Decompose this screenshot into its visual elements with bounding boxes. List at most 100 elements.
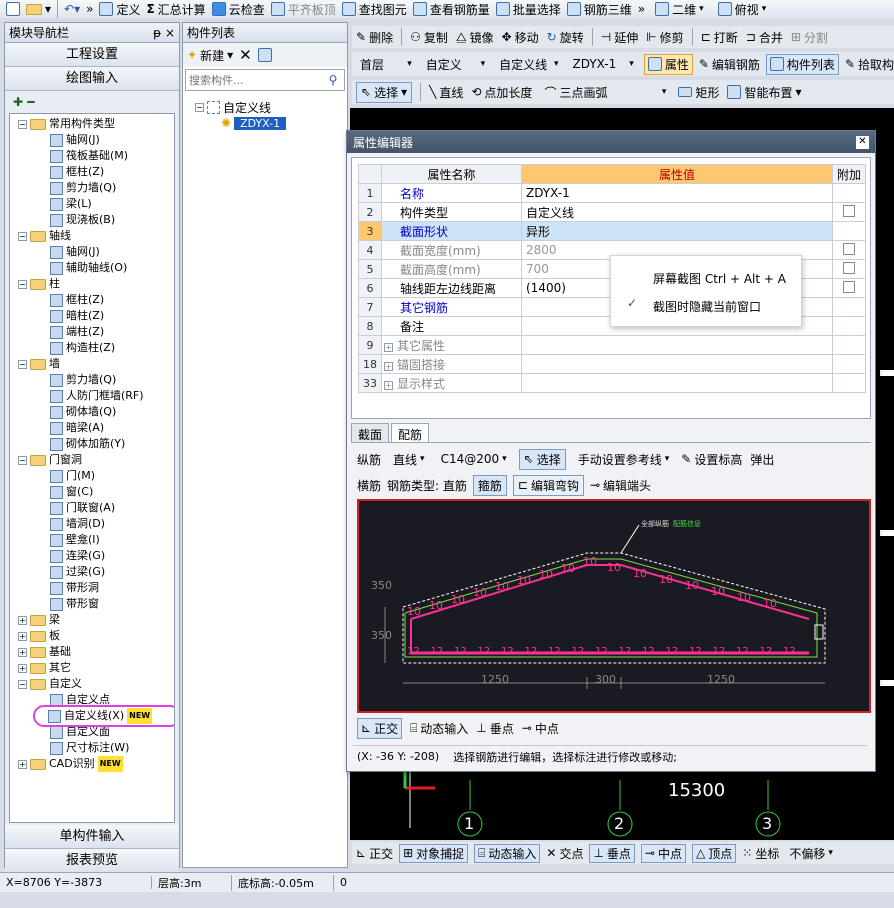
rebar-label-bottom[interactable]: 12	[689, 646, 702, 657]
nav-tree-item[interactable]: 砌体加筋(Y)	[10, 436, 174, 452]
properties-button[interactable]: 属性	[643, 53, 693, 75]
nav-tree-folder[interactable]: + 其它	[10, 660, 174, 676]
nav-tree-item[interactable]: 壁龛(I)	[10, 532, 174, 548]
nav-tree-item[interactable]: 窗(C)	[10, 484, 174, 500]
rebar-label-bottom[interactable]: 12	[431, 646, 444, 657]
tab-section[interactable]: 截面	[351, 423, 390, 442]
nav-tree-folder[interactable]: + 基础	[10, 644, 174, 660]
intersection-button[interactable]: ✕ 交点	[546, 845, 583, 862]
popup-button[interactable]: 弹出	[750, 451, 774, 468]
rebar-label-bottom[interactable]: 12	[736, 646, 749, 657]
dialog-dyn-input-button[interactable]: ⌸ 动态输入	[410, 720, 468, 737]
attach-checkbox[interactable]	[842, 261, 855, 274]
property-value-cell[interactable]	[521, 335, 833, 355]
rebar-spec-select[interactable]: C14@200	[437, 452, 511, 466]
nav-tree-item[interactable]: 梁(L)	[10, 196, 174, 212]
nav-tree-item[interactable]: 暗梁(A)	[10, 420, 174, 436]
nav-tree-item[interactable]: 轴网(J)	[10, 244, 174, 260]
nav-tree-item[interactable]: 剪力墙(Q)	[10, 372, 174, 388]
nav-tree-folder[interactable]: − 轴线	[10, 228, 174, 244]
copy-button[interactable]: ⚇ 复制	[410, 29, 448, 46]
object-snap-button[interactable]: ⊞ 对象捕捉	[399, 843, 469, 863]
rebar-label[interactable]: 10	[429, 599, 443, 612]
component-search-input[interactable]	[186, 71, 322, 89]
pick-button[interactable]: ✎ 拾取构	[845, 56, 894, 73]
property-row[interactable]: 33 + 显示样式	[358, 373, 867, 393]
dynamic-input-button[interactable]: ⌸ 动态输入	[474, 843, 541, 863]
nav-tree-item[interactable]: 剪力墙(Q)	[10, 180, 174, 196]
expand-toggle-icon[interactable]: −	[18, 279, 27, 289]
property-value-cell[interactable]: 自定义线	[521, 202, 833, 222]
expand-toggle-icon[interactable]: +	[18, 759, 27, 769]
rebar-label[interactable]: 10	[763, 597, 777, 610]
nav-tree-item[interactable]: 轴网(J)	[10, 132, 174, 148]
offset-select[interactable]: 不偏移	[785, 845, 837, 862]
edit-rebar-button[interactable]: ✎ 编辑钢筋	[699, 56, 760, 73]
nav-tree-item[interactable]: 辅助轴线(O)	[10, 260, 174, 276]
nav-tree-folder[interactable]: + 板	[10, 628, 174, 644]
manual-ref-line-select[interactable]: 手动设置参考线	[574, 451, 674, 468]
expand-toggle-icon[interactable]: −	[18, 231, 27, 241]
rebar-label-bottom[interactable]: 12	[619, 646, 632, 657]
rebar-label[interactable]: 10	[685, 579, 699, 592]
find-element-button[interactable]: 查找图元	[341, 1, 407, 18]
arc-button[interactable]: ⌒ 三点画弧	[540, 84, 670, 101]
set-mark-button[interactable]: ✎ 设置标高	[681, 451, 742, 468]
flush-slab-button[interactable]: 平齐板顶	[270, 1, 336, 18]
line-button[interactable]: ╲ 直线	[429, 84, 463, 101]
nav-tree-item[interactable]: 端柱(Z)	[10, 324, 174, 340]
rebar-label-bottom[interactable]: 12	[478, 646, 491, 657]
trim-button[interactable]: ⊩ 修剪	[646, 29, 683, 46]
floor-select[interactable]: 首层	[356, 56, 416, 73]
dialog-close-icon[interactable]: ✕	[856, 135, 869, 149]
split-button[interactable]: ⊞ 分割	[791, 29, 828, 46]
coordinate-button[interactable]: ⁙ 坐标	[742, 845, 779, 862]
tab-rebar[interactable]: 配筋	[391, 423, 430, 442]
component-tree-item[interactable]: ✺ ZDYX-1	[221, 115, 347, 131]
rebar-label[interactable]: 10	[659, 573, 673, 586]
nav-tree-item[interactable]: 自定义线(X) NEW	[33, 705, 174, 727]
expand-toggle-icon[interactable]: +	[18, 663, 27, 673]
rebar-label[interactable]: 10	[607, 561, 621, 574]
rebar-label-bottom[interactable]: 12	[501, 646, 514, 657]
copy-component-icon[interactable]	[257, 48, 272, 62]
expand-toggle-icon[interactable]: −	[18, 679, 27, 689]
rebar-line-select[interactable]: 直线	[389, 451, 429, 468]
expand-toggle-icon[interactable]: +	[18, 615, 27, 625]
nav-tree-item[interactable]: 框柱(Z)	[10, 164, 174, 180]
nav-tree-item[interactable]: 门联窗(A)	[10, 500, 174, 516]
rotate-button[interactable]: ↻ 旋转	[547, 29, 584, 46]
perpendicular-button[interactable]: ⊥ 垂点	[589, 843, 635, 863]
view-rebar-button[interactable]: 查看钢筋量	[412, 1, 490, 18]
nav-tree-item[interactable]: 墙洞(D)	[10, 516, 174, 532]
nav-tree-item[interactable]: 构造柱(Z)	[10, 340, 174, 356]
rebar-label-bottom[interactable]: 12	[760, 646, 773, 657]
nav-tree-item[interactable]: 砌体墙(Q)	[10, 404, 174, 420]
point-length-button[interactable]: ⟲ 点加长度	[471, 84, 532, 101]
rebar-label-bottom[interactable]: 12	[713, 646, 726, 657]
menu-item-screenshot[interactable]: 屏幕截图 Ctrl + Alt + A	[653, 270, 786, 287]
dialog-ortho-button[interactable]: ⊾ 正交	[357, 717, 403, 739]
expand-group-icon[interactable]: +	[384, 361, 393, 371]
nav-tree-item[interactable]: 筏板基础(M)	[10, 148, 174, 164]
nav-tree-folder[interactable]: − 门窗洞	[10, 452, 174, 468]
nav-tree-item[interactable]: 暗柱(Z)	[10, 308, 174, 324]
open-folder-icon[interactable]: ▾	[26, 2, 51, 16]
select-button[interactable]: ⇖ 选择 ▾	[356, 81, 413, 103]
property-row[interactable]: 1 名称 ZDYX-1	[358, 183, 867, 203]
rebar-label-bottom[interactable]: 12	[595, 646, 608, 657]
rebar-label[interactable]: 10	[737, 591, 751, 604]
expand-toggle-icon[interactable]: +	[18, 631, 27, 641]
new-component-button[interactable]: ✦ 新建 ▾	[187, 47, 233, 64]
nav-tree-item[interactable]: 连梁(G)	[10, 548, 174, 564]
vertex-button[interactable]: △ 顶点	[692, 843, 737, 863]
nav-tree-item[interactable]: 过梁(G)	[10, 564, 174, 580]
attach-checkbox[interactable]	[842, 242, 855, 255]
nav-tree-item[interactable]: 自定义面	[10, 724, 174, 740]
edit-hook-button[interactable]: ⊏ 编辑弯钩	[512, 474, 584, 496]
nav-tree-item[interactable]: 现浇板(B)	[10, 212, 174, 228]
property-value-cell[interactable]: 异形	[521, 221, 833, 241]
move-button[interactable]: ✥ 移动	[502, 29, 539, 46]
dialog-perp-button[interactable]: ⊥ 垂点	[476, 720, 513, 737]
rebar-label-bottom[interactable]: 12	[666, 646, 679, 657]
